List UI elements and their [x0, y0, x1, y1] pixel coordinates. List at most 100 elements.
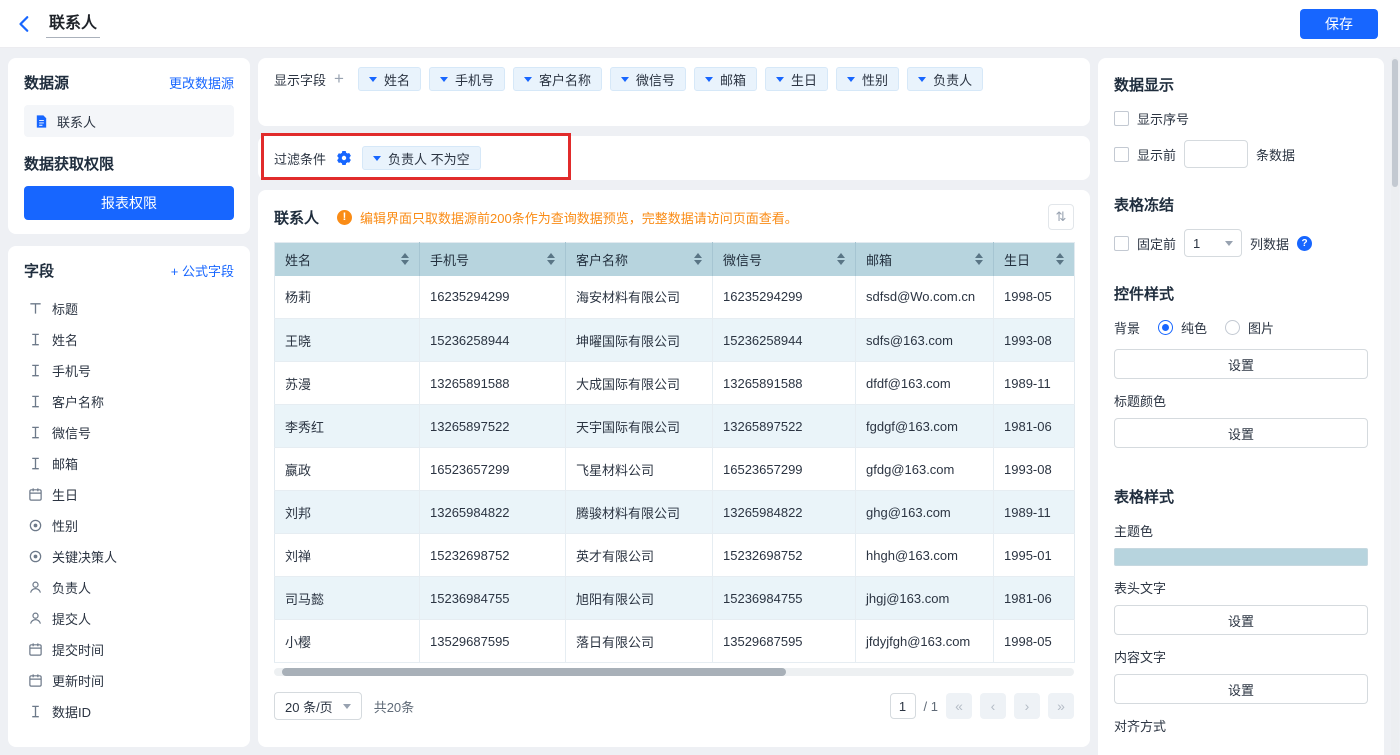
- column-header[interactable]: 生日: [993, 242, 1075, 276]
- freeze-columns-value: 1: [1193, 235, 1201, 251]
- table-row[interactable]: 刘邦 13265984822 腾骏材料有限公司 13265984822 ghg@163.…: [274, 490, 1075, 534]
- column-header[interactable]: 邮箱: [855, 242, 994, 276]
- gear-icon[interactable]: [336, 150, 352, 166]
- first-page-button[interactable]: «: [946, 693, 972, 719]
- datasource-item[interactable]: 联系人: [24, 105, 234, 137]
- prev-page-button[interactable]: ‹: [980, 693, 1006, 719]
- chevron-down-icon: [1225, 240, 1234, 246]
- help-icon[interactable]: ?: [1297, 235, 1313, 251]
- column-header[interactable]: 客户名称: [565, 242, 713, 276]
- last-page-button[interactable]: »: [1048, 693, 1074, 719]
- preview-table: 姓名 手机号 客户名称 微信号 邮箱 生日 杨莉 16235294299 海安材料有限公司 16…: [274, 242, 1075, 663]
- display-field-chip[interactable]: 微信号: [610, 67, 687, 91]
- table-cell: 1998-05: [993, 619, 1075, 663]
- next-page-button[interactable]: ›: [1014, 693, 1040, 719]
- page-scrollbar-thumb[interactable]: [1392, 59, 1398, 187]
- field-item[interactable]: 提交人: [24, 603, 234, 634]
- field-item[interactable]: 生日: [24, 479, 234, 510]
- show-first-count-input[interactable]: [1184, 140, 1249, 168]
- table-cell: 1989-11: [993, 490, 1075, 534]
- field-item[interactable]: 性别: [24, 510, 234, 541]
- table-row[interactable]: 刘禅 15232698752 英才有限公司 15232698752 hhgh@163.c…: [274, 533, 1075, 577]
- table-row[interactable]: 嬴政 16523657299 飞星材料公司 16523657299 gfdg@163.c…: [274, 447, 1075, 491]
- table-cell: 1995-01: [993, 533, 1075, 577]
- sort-arrows-icon[interactable]: [1056, 253, 1064, 266]
- background-set-button[interactable]: 设置: [1114, 349, 1368, 379]
- column-header[interactable]: 手机号: [419, 242, 566, 276]
- background-solid-radio[interactable]: [1158, 320, 1174, 335]
- field-item[interactable]: 姓名: [24, 324, 234, 355]
- field-label: 手机号: [52, 364, 92, 379]
- show-first-checkbox[interactable]: [1114, 146, 1129, 162]
- sort-arrows-icon[interactable]: [837, 253, 845, 266]
- sort-arrows-icon[interactable]: [975, 253, 983, 266]
- save-button[interactable]: 保存: [1300, 8, 1378, 39]
- background-image-radio[interactable]: [1225, 320, 1241, 335]
- display-field-chip[interactable]: 性别: [836, 67, 900, 91]
- field-item[interactable]: 客户名称: [24, 386, 234, 417]
- table-row[interactable]: 李秀红 13265897522 天宇国际有限公司 13265897522 fgdgf@1…: [274, 404, 1075, 448]
- field-item[interactable]: 微信号: [24, 417, 234, 448]
- sort-arrows-icon[interactable]: [401, 253, 409, 266]
- display-field-chip[interactable]: 负责人: [907, 67, 984, 91]
- column-header[interactable]: 微信号: [712, 242, 856, 276]
- content-text-set-button[interactable]: 设置: [1114, 674, 1368, 704]
- field-item[interactable]: 负责人: [24, 572, 234, 603]
- table-row[interactable]: 司马懿 15236984755 旭阳有限公司 15236984755 jhgj@163.…: [274, 576, 1075, 620]
- table-cell: 16235294299: [419, 275, 566, 319]
- display-field-chip[interactable]: 姓名: [357, 67, 421, 91]
- display-field-chip[interactable]: 手机号: [428, 67, 505, 91]
- field-item[interactable]: 提交时间: [24, 634, 234, 665]
- chevron-down-icon: [523, 76, 532, 82]
- field-item[interactable]: 更新时间: [24, 665, 234, 696]
- chevron-down-icon: [621, 76, 629, 82]
- datasource-title: 数据源: [24, 75, 70, 92]
- header-text-set-button[interactable]: 设置: [1114, 605, 1368, 635]
- back-icon[interactable]: [16, 15, 34, 33]
- column-order-button[interactable]: ⇅: [1048, 204, 1074, 230]
- add-formula-field-link[interactable]: + 公式字段: [171, 261, 234, 280]
- table-cell: 苏漫: [274, 361, 420, 405]
- page-title[interactable]: 联系人: [46, 9, 101, 38]
- sort-arrows-icon[interactable]: [694, 253, 702, 266]
- table-row[interactable]: 杨莉 16235294299 海安材料有限公司 16235294299 sdfsd@Wo…: [274, 275, 1075, 319]
- total-count: 共20条: [373, 699, 415, 715]
- text-icon: [28, 704, 43, 719]
- freeze-prefix: 固定前: [1137, 236, 1177, 252]
- freeze-columns-select[interactable]: 1: [1184, 229, 1243, 257]
- table-row[interactable]: 王晓 15236258944 坤曜国际有限公司 15236258944 sdfs@163…: [274, 318, 1075, 362]
- table-row[interactable]: 小樱 13529687595 落日有限公司 13529687595 jfdyjfgh@1…: [274, 619, 1075, 663]
- sort-arrows-icon[interactable]: [547, 253, 555, 266]
- add-display-field-button[interactable]: +: [334, 67, 344, 91]
- field-item[interactable]: 手机号: [24, 355, 234, 386]
- table-row[interactable]: 苏漫 13265891588 大成国际有限公司 13265891588 dfdf@163…: [274, 361, 1075, 405]
- field-label: 更新时间: [52, 674, 105, 689]
- field-item[interactable]: 邮箱: [24, 448, 234, 479]
- column-header[interactable]: 姓名: [274, 242, 420, 276]
- field-item[interactable]: 数据ID: [24, 696, 234, 727]
- table-cell: 15236258944: [712, 318, 856, 362]
- report-permission-button[interactable]: 报表权限: [24, 186, 234, 220]
- table-cell: 小樱: [274, 619, 420, 663]
- field-item[interactable]: 标题: [24, 293, 234, 324]
- filter-condition-chip[interactable]: 负责人 不为空: [362, 146, 481, 170]
- theme-color-swatch[interactable]: [1114, 548, 1368, 566]
- display-field-chip[interactable]: 邮箱: [694, 67, 758, 91]
- title-color-set-button[interactable]: 设置: [1114, 418, 1368, 448]
- background-image-label: 图片: [1248, 321, 1275, 336]
- freeze-checkbox[interactable]: [1114, 235, 1129, 251]
- field-label: 生日: [52, 488, 79, 503]
- fields-panel: 字段 + 公式字段 标题 姓名 手机号 客户名称 微信号 邮箱 生日 性别 关键决策人 负责人 提交…: [8, 246, 250, 747]
- display-field-chip[interactable]: 生日: [765, 67, 829, 91]
- horizontal-scrollbar-thumb[interactable]: [282, 668, 786, 676]
- current-page-input[interactable]: 1: [889, 693, 916, 719]
- table-cell: 16523657299: [712, 447, 856, 491]
- text-icon: [28, 456, 43, 471]
- field-list: 标题 姓名手机号客户名称 微信号 邮箱生日性别 关键决策人 负责人 提交人 提交时间更新时间数…: [24, 293, 234, 727]
- page-size-select[interactable]: 20 条/页: [274, 692, 362, 720]
- field-item[interactable]: 关键决策人: [24, 541, 234, 572]
- show-index-checkbox[interactable]: [1114, 111, 1129, 126]
- table-cell: 13529687595: [419, 619, 566, 663]
- change-datasource-link[interactable]: 更改数据源: [169, 73, 234, 92]
- display-field-chip[interactable]: 客户名称: [512, 67, 602, 91]
